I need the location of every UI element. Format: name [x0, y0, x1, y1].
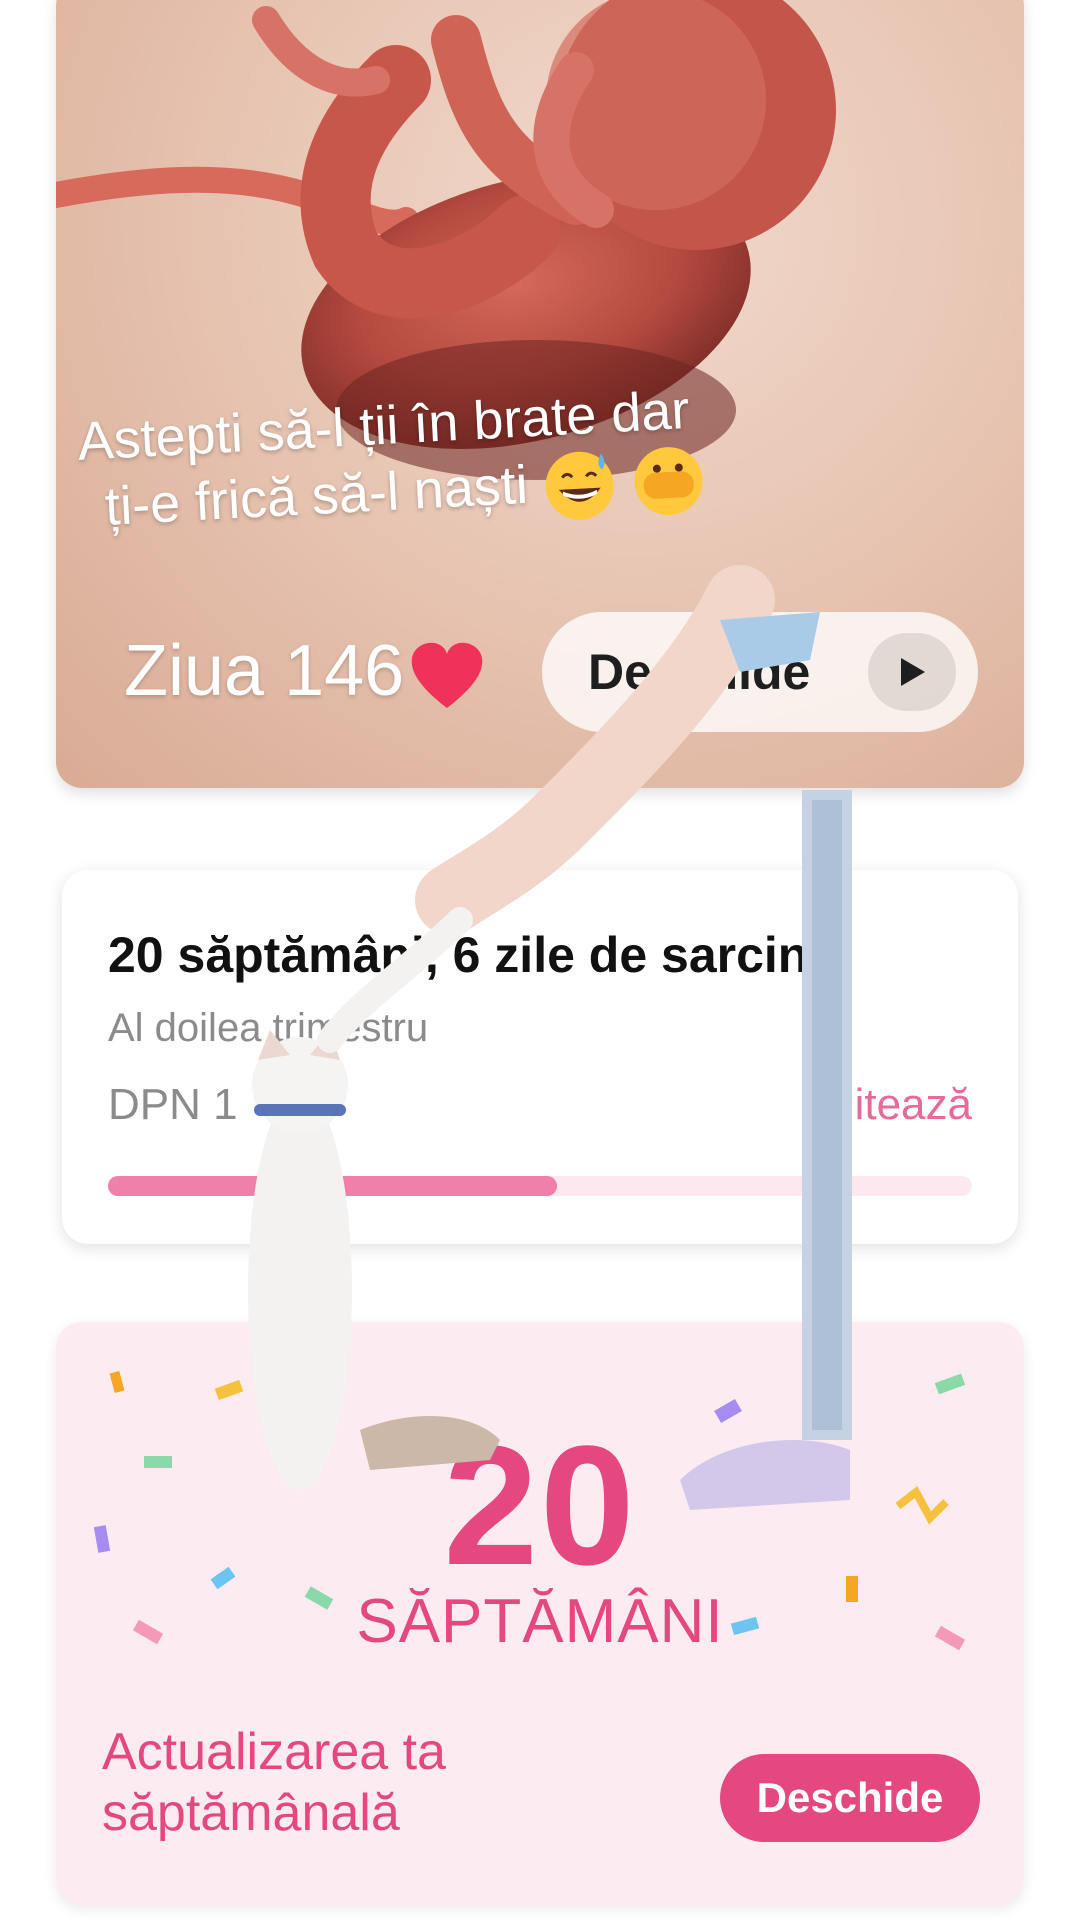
weekly-update-title: Actualizarea ta săptămânală [102, 1723, 446, 1843]
week-unit: SĂPTĂMÂNI [356, 1587, 724, 1656]
hero-day-label: Ziua 146 [124, 630, 486, 712]
hero-open-label: Deschide [588, 644, 811, 700]
hero-video-card[interactable]: Astepti să-l ții în brate dar ți-e frică… [56, 0, 1024, 788]
pregnancy-duration-title: 20 săptămâni, 6 zile de sarcină [108, 927, 837, 983]
red-heart-emoji [411, 642, 483, 708]
week-number: 20 [443, 1411, 637, 1601]
due-date-label: DPN 1 [108, 1080, 238, 1129]
grinning-sweat-emoji [545, 451, 614, 520]
day-text: Ziua 146 [124, 631, 405, 711]
face-with-hand-emoji [634, 446, 703, 515]
pregnancy-progress-fill [108, 1176, 558, 1196]
hero-open-button[interactable]: Deschide [542, 612, 978, 732]
pregnancy-progress-bar [108, 1176, 972, 1196]
play-icon[interactable] [868, 633, 956, 711]
pregnancy-progress-card[interactable]: 20 săptămâni, 6 zile de sarcină Al doile… [62, 870, 1018, 1244]
weekly-open-button[interactable]: Deschide [720, 1754, 980, 1842]
weekly-update-card[interactable]: 20 SĂPTĂMÂNI Actualizarea ta săptămânală… [56, 1322, 1024, 1906]
page: Astepti să-l ții în brate dar ți-e frică… [0, 0, 1080, 1920]
edit-link[interactable]: Editează [801, 1080, 972, 1130]
trimester-label: Al doilea trimestru [108, 1006, 429, 1050]
